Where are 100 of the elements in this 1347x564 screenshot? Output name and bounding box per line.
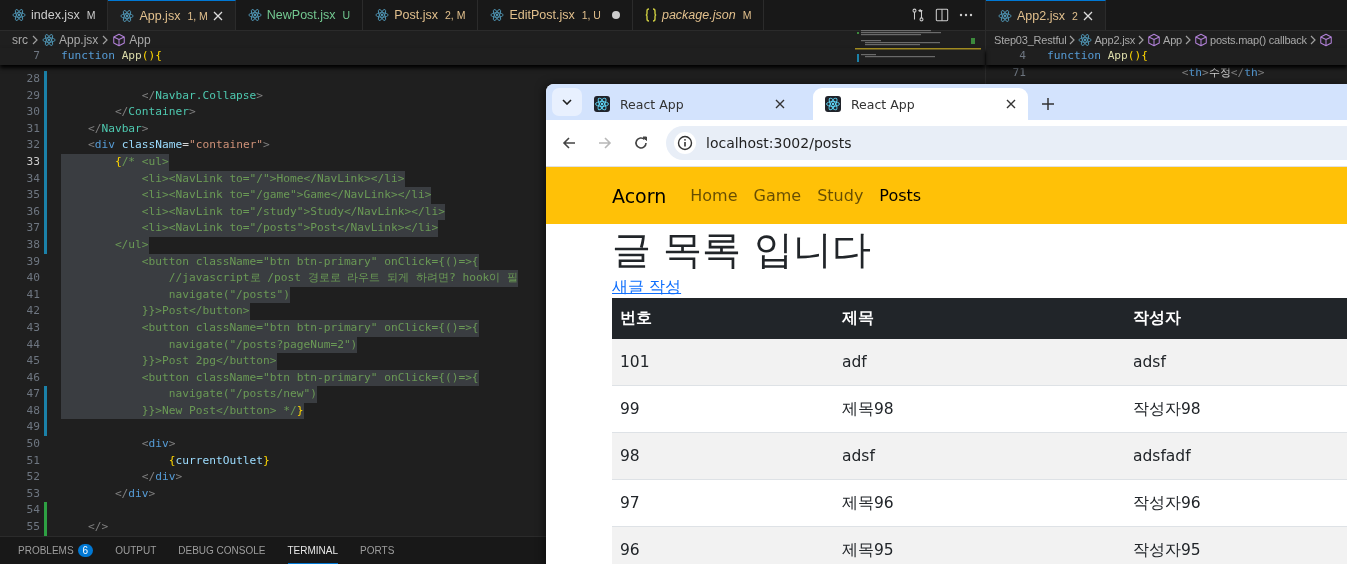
line-number: 50 [25,436,40,453]
close-icon[interactable] [1006,99,1016,109]
chevron-icon [1184,34,1192,45]
panel-tab[interactable]: PORTS [360,537,395,564]
react-icon [247,8,262,22]
panel-tab[interactable]: DEBUG CONSOLE [178,537,266,564]
unsaved-dot [611,11,620,19]
editor-tab[interactable]: App2.jsx 2 [986,0,1106,30]
line-number: 54 [25,502,40,519]
split-editor-icon[interactable] [935,8,949,22]
editor-tab[interactable]: EditPost.jsx 1, U [478,0,633,30]
cube-icon [1318,32,1333,47]
breadcrumb-item[interactable]: posts.map() callback [1210,33,1307,46]
react-icon [120,8,135,23]
line-number: 42 [25,303,40,320]
line-number: 48 [25,402,40,419]
react-icon [42,32,56,47]
browser-tab[interactable]: React App [813,88,1028,120]
table-cell: 작성자95 [1125,526,1347,564]
line-number: 41 [25,286,40,303]
code-line: function App(){ [1047,48,1149,64]
line-number: 35 [25,187,40,204]
address-field[interactable]: localhost:3002/posts [706,135,852,151]
nav-link[interactable]: Game [753,186,802,205]
react-icon [490,8,505,22]
nav-link[interactable]: Posts [879,186,922,205]
line-number: 45 [25,353,40,370]
code-line: function App(){ [61,48,163,64]
editor-tab[interactable]: Post.jsx 2, M [363,0,479,30]
browser-tab[interactable]: React App [582,88,797,120]
cube-icon [112,32,127,47]
line-number: 28 [25,71,40,87]
line-number: 47 [25,386,40,403]
code-line: <div className="container"> [86,137,270,154]
code-line: <div> [140,436,176,453]
line-number: 46 [25,369,40,386]
panel-tab[interactable]: PROBLEMS 6 [18,537,94,564]
line-number: 55 [25,519,40,536]
line-number: 36 [25,203,40,220]
back-icon[interactable] [562,136,576,150]
cube-icon [1147,32,1161,47]
panel-tab[interactable]: TERMINAL [287,537,339,564]
compare-icon[interactable] [911,8,925,22]
more-icon[interactable] [959,13,973,17]
line-number: 51 [25,452,40,469]
breadcrumb-item[interactable]: App2.jsx [1094,33,1135,46]
table-cell: adsfadf [1125,432,1347,480]
line-number: 30 [25,104,40,121]
cube-icon [1194,32,1208,47]
editor-tab[interactable]: NewPost.jsx U [235,0,364,30]
table-cell: 작성자98 [1125,385,1347,433]
new-tab-icon[interactable] [1042,98,1054,110]
code-line: </div> [140,469,183,486]
line-number: 43 [25,319,40,336]
table-cell: 96 [612,526,834,564]
table-cell: adsf [834,432,1125,480]
line-number: 32 [25,137,40,154]
column-header: 번호 [612,298,834,339]
breadcrumb-item[interactable]: App [129,32,151,47]
chevron-icon [1308,34,1317,45]
panel-tab[interactable]: OUTPUT [115,537,157,564]
reload-icon[interactable] [634,136,648,150]
line-number: 52 [25,469,40,486]
chevron-icon [1068,34,1077,45]
table-cell: 99 [612,385,834,433]
line-number: 37 [25,220,40,237]
line-number: 31 [25,120,40,137]
code-line: <th>수정</th> [1180,65,1265,81]
line-number: 49 [25,419,40,436]
chevron-down-icon [562,99,572,105]
chevron-icon [1137,34,1145,45]
change-bar[interactable] [44,419,47,437]
close-icon[interactable] [775,99,785,109]
breadcrumb-item[interactable]: App [1163,33,1182,46]
breadcrumb-item[interactable]: src [12,32,28,47]
table-cell: adf [834,339,1125,386]
react-icon [12,8,26,22]
line-number: 38 [25,236,40,253]
brand-link[interactable]: Acorn [612,184,667,207]
table-cell: 제목96 [834,479,1125,527]
line-number: 29 [25,87,40,104]
code-line: </Navbar> [86,120,149,137]
braces-icon [644,8,657,22]
table-cell: 101 [612,339,834,386]
breadcrumb-item[interactable]: Step03_Restful [994,33,1067,46]
forward-icon[interactable] [598,136,612,150]
breadcrumb-item[interactable]: App.jsx [59,32,99,47]
nav-link[interactable]: Study [817,186,864,205]
line-number: 34 [25,170,40,187]
code-line: </Navbar.Collapse> [140,87,264,104]
new-post-link[interactable]: 새글 작성 [612,276,682,298]
info-icon[interactable] [674,132,696,154]
editor-tab[interactable]: package.json M [632,0,765,30]
table-cell: 제목98 [834,385,1125,433]
nav-link[interactable]: Home [690,186,738,205]
editor-tab[interactable]: App.jsx 1, M [108,0,236,30]
tab-list-button[interactable] [552,88,582,116]
line-number: 53 [25,485,40,502]
page-heading: 글 목록 입니다 [612,226,872,274]
table-cell: 제목95 [834,526,1125,564]
